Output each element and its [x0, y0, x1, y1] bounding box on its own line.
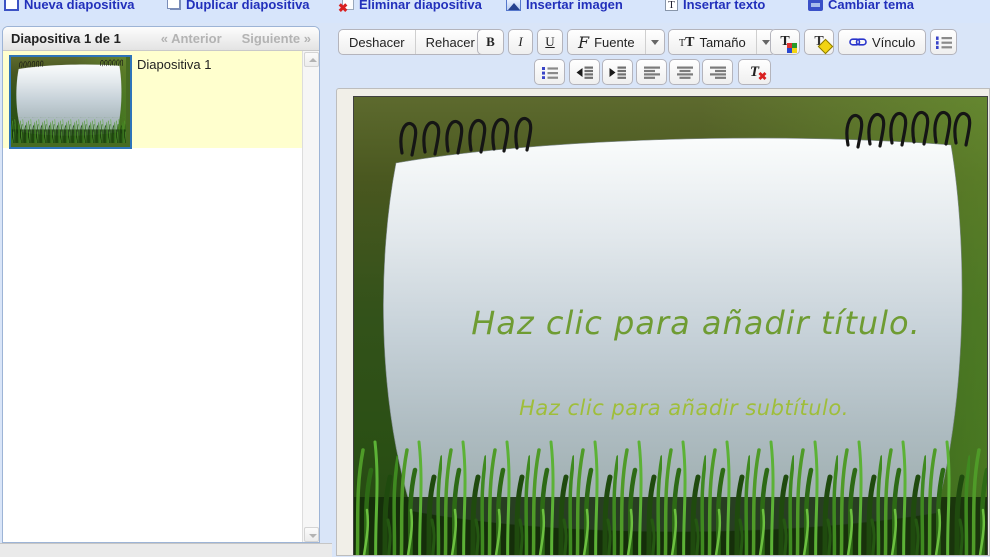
- indent-button[interactable]: [602, 59, 633, 85]
- undo-button[interactable]: Deshacer: [339, 30, 415, 54]
- font-dropdown[interactable]: F Fuente: [567, 29, 665, 55]
- outdent-icon: [576, 66, 593, 79]
- link-icon: [849, 37, 867, 47]
- duplicate-slide-button[interactable]: Duplicar diapositiva: [167, 0, 310, 12]
- align-center-button[interactable]: [669, 59, 700, 85]
- italic-button[interactable]: I: [508, 29, 533, 55]
- indent-icon: [609, 66, 626, 79]
- delete-slide-label: Eliminar diapositiva: [359, 0, 482, 12]
- bullet-list-button[interactable]: [534, 59, 565, 85]
- link-button-label: Vínculo: [872, 35, 915, 50]
- remove-formatting-button[interactable]: T✖: [738, 59, 771, 85]
- previous-slide-button[interactable]: « Anterior: [161, 31, 222, 46]
- underline-button[interactable]: U: [537, 29, 563, 55]
- insert-image-label: Insertar imagen: [526, 0, 623, 12]
- text-color-icon: T: [780, 34, 789, 50]
- align-right-icon: [710, 66, 726, 79]
- new-slide-button[interactable]: Nueva diapositiva: [4, 0, 135, 12]
- align-left-button[interactable]: [636, 59, 667, 85]
- slide-list-item[interactable]: Diapositiva 1: [3, 51, 302, 148]
- redo-button[interactable]: Rehacer: [415, 30, 485, 54]
- size-dropdown[interactable]: TT Tamaño: [668, 29, 776, 55]
- next-slide-button[interactable]: Siguiente »: [242, 31, 311, 46]
- slide-subtitle-placeholder[interactable]: Haz clic para añadir subtítulo.: [519, 396, 849, 420]
- change-theme-label: Cambiar tema: [828, 0, 914, 12]
- scroll-down-button[interactable]: [304, 527, 319, 542]
- align-left-icon: [644, 66, 660, 79]
- bullet-list-icon: [542, 66, 558, 79]
- highlight-color-icon: T: [814, 34, 823, 50]
- outdent-button[interactable]: [569, 59, 600, 85]
- new-slide-label: Nueva diapositiva: [24, 0, 135, 12]
- numbered-list-icon: [936, 36, 952, 49]
- caret-down-icon: [762, 40, 770, 45]
- insert-image-button[interactable]: Insertar imagen: [506, 0, 623, 12]
- slide-counter: Diapositiva 1 de 1: [11, 31, 121, 46]
- top-toolbar: Nueva diapositiva Duplicar diapositiva ✖…: [0, 0, 990, 23]
- delete-slide-button[interactable]: ✖ Eliminar diapositiva: [342, 0, 482, 12]
- numbered-list-button[interactable]: [930, 29, 957, 55]
- highlight-color-button[interactable]: T: [804, 29, 834, 55]
- chevron-down-icon: [309, 534, 317, 538]
- slide-list: Diapositiva 1: [3, 51, 319, 543]
- slide-editor[interactable]: Haz clic para añadir título. Haz clic pa…: [353, 96, 988, 556]
- insert-text-button[interactable]: T Insertar texto: [665, 0, 765, 12]
- font-icon: F: [578, 33, 589, 52]
- duplicate-slide-label: Duplicar diapositiva: [186, 0, 310, 12]
- insert-image-icon: [506, 0, 521, 11]
- align-right-button[interactable]: [702, 59, 733, 85]
- bold-button[interactable]: B: [477, 29, 504, 55]
- text-color-button[interactable]: T: [770, 29, 800, 55]
- delete-slide-icon: ✖: [342, 0, 354, 10]
- caret-down-icon: [651, 40, 659, 45]
- font-dropdown-arrow[interactable]: [645, 30, 664, 54]
- slide-list-item-label: Diapositiva 1: [137, 57, 211, 72]
- slide-title-placeholder[interactable]: Haz clic para añadir título.: [471, 304, 921, 342]
- insert-text-label: Insertar texto: [683, 0, 765, 12]
- change-theme-button[interactable]: Cambiar tema: [808, 0, 914, 12]
- chevron-up-icon: [309, 58, 317, 62]
- align-center-icon: [677, 66, 693, 79]
- insert-text-icon: T: [665, 0, 678, 11]
- font-dropdown-label: Fuente: [594, 35, 634, 50]
- slide-thumbnail[interactable]: [9, 55, 132, 149]
- slide-list-header: Diapositiva 1 de 1 « Anterior Siguiente …: [3, 27, 319, 51]
- slide-list-scrollbar[interactable]: [302, 51, 319, 543]
- new-slide-icon: [4, 0, 19, 11]
- duplicate-slide-icon: [170, 0, 181, 10]
- font-size-icon: TT: [679, 34, 694, 51]
- link-button[interactable]: Vínculo: [838, 29, 926, 55]
- undo-redo-group: Deshacer Rehacer: [338, 29, 486, 55]
- bottom-strip: [0, 543, 332, 557]
- size-dropdown-label: Tamaño: [699, 35, 745, 50]
- slide-canvas: Haz clic para añadir título. Haz clic pa…: [336, 88, 990, 556]
- slide-list-panel: Diapositiva 1 de 1 « Anterior Siguiente …: [2, 26, 320, 543]
- change-theme-icon: [808, 0, 823, 11]
- remove-formatting-icon: T✖: [750, 64, 759, 81]
- scroll-up-button[interactable]: [304, 52, 319, 67]
